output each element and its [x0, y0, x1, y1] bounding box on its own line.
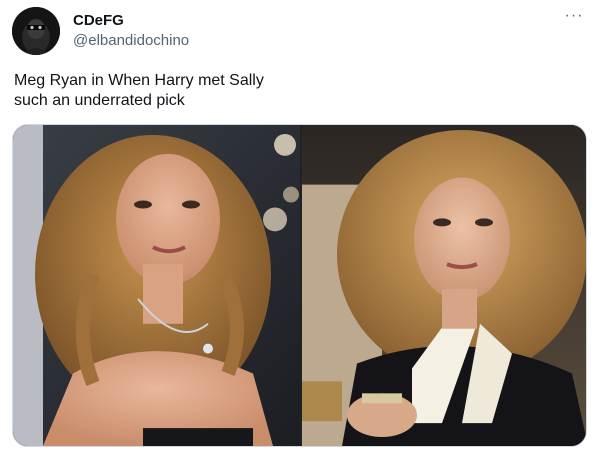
- tweet-text-line: Meg Ryan in When Harry met Sally: [14, 72, 264, 89]
- photo-right[interactable]: [302, 125, 586, 446]
- more-dots-icon[interactable]: ···: [562, 6, 586, 30]
- author-display-name[interactable]: CDeFG: [73, 12, 124, 29]
- tweet-text: Meg Ryan in When Harry met Sally such an…: [14, 71, 574, 111]
- photo-right-image: [302, 125, 586, 446]
- photo-left-image: [13, 125, 300, 446]
- avatar[interactable]: [12, 7, 60, 55]
- tweet-text-line: such an underrated pick: [14, 92, 185, 109]
- tweet-card[interactable]: CDeFG @elbandidochino ··· Meg Ryan in Wh…: [0, 0, 600, 460]
- media-grid[interactable]: [12, 124, 587, 447]
- photo-left[interactable]: [13, 125, 300, 446]
- author-handle[interactable]: @elbandidochino: [73, 32, 189, 49]
- masked-figure-avatar-icon: [12, 7, 60, 55]
